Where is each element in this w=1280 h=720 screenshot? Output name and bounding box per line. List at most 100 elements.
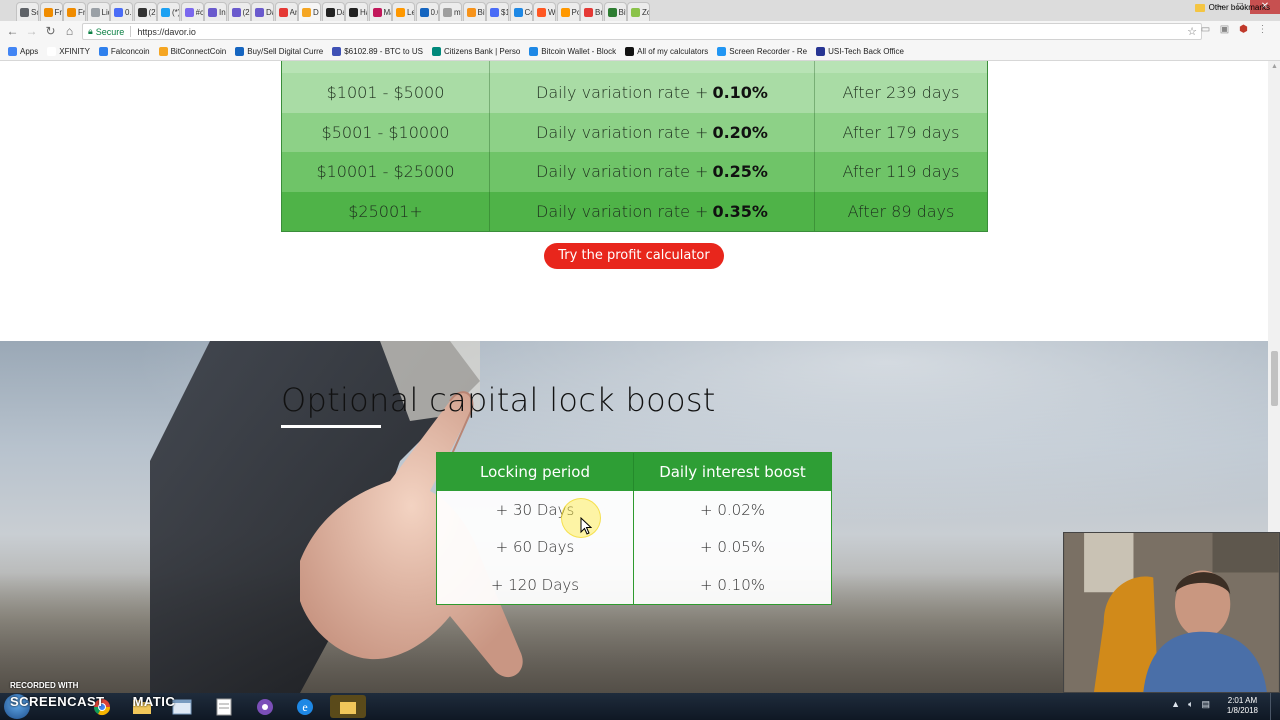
browser-tab[interactable]: Bitc xyxy=(603,2,627,21)
browser-tab[interactable]: Davi xyxy=(251,2,274,21)
bookmark-item[interactable]: All of my calculators xyxy=(625,46,708,56)
browser-tab[interactable]: (*) T xyxy=(157,2,180,21)
withdraw-after-cell: After 119 days xyxy=(842,162,960,182)
tab-label: my xyxy=(454,7,461,17)
tab-label: Dav xyxy=(336,7,344,17)
bookmark-favicon-icon xyxy=(332,46,342,56)
folder-taskbar-icon[interactable] xyxy=(330,695,366,718)
browser-tab[interactable]: Dav xyxy=(321,2,345,21)
scroll-up-icon[interactable]: ▲ xyxy=(1271,63,1278,70)
bookmark-item[interactable]: Apps xyxy=(8,46,38,56)
browser-tab[interactable]: Coi xyxy=(509,2,533,21)
other-bookmarks[interactable]: Other bookmarks xyxy=(1194,3,1270,12)
ie-taskbar-icon[interactable]: e xyxy=(287,695,323,718)
tab-favicon-icon xyxy=(43,7,53,17)
browser-tab[interactable]: Free xyxy=(39,2,63,21)
browser-tab[interactable]: (2) T xyxy=(133,2,157,21)
tab-label: Bitc xyxy=(477,7,485,17)
browser-tab[interactable]: Initi xyxy=(204,2,227,21)
browser-tab[interactable]: Wor xyxy=(533,2,556,21)
browser-tab[interactable]: Scre xyxy=(16,2,39,21)
bookmark-item[interactable]: Falconcoin xyxy=(98,46,150,56)
bookmark-item[interactable]: $6102.89 - BTC to US xyxy=(332,46,423,56)
browser-tab[interactable]: Zou xyxy=(627,2,650,21)
browser-tab[interactable]: 0.00 xyxy=(415,2,439,21)
adblock-icon[interactable]: ⬢ xyxy=(1234,24,1253,39)
browser-tab[interactable]: (2 u xyxy=(227,2,251,21)
tray-arrow-icon[interactable]: ▲ xyxy=(1171,699,1180,710)
bookmark-item[interactable]: Bitcoin Wallet - Block xyxy=(529,46,616,56)
browser-tab[interactable]: #co xyxy=(180,2,204,21)
tab-favicon-icon xyxy=(20,7,29,17)
extension-icon[interactable]: ▣ xyxy=(1215,24,1234,39)
reload-icon[interactable]: ↻ xyxy=(41,22,60,41)
table-row: $1001 - $5000 Daily variation rate +0.10%… xyxy=(282,73,987,113)
browser-tab[interactable]: Len xyxy=(392,2,415,21)
bookmark-label: $6102.89 - BTC to US xyxy=(344,46,423,56)
address-bar[interactable]: 🔒︎ Secure https://davor.io ☆ xyxy=(82,23,1202,40)
bookmarks-bar: Apps XFINITY Falconcoin BitConnectCoin Buy/S… xyxy=(0,42,1280,61)
profit-calculator-button[interactable]: Try the profit calculator xyxy=(544,243,724,269)
url-text[interactable]: https://davor.io xyxy=(137,27,196,37)
tab-favicon-icon xyxy=(584,7,593,17)
tab-favicon-icon xyxy=(90,7,100,17)
tab-label: (2) T xyxy=(148,7,156,17)
browser-tab[interactable]: Arbi xyxy=(274,2,298,21)
deposit-range-cell: $10001 - $25000 xyxy=(282,152,490,192)
scroll-thumb[interactable] xyxy=(1271,351,1278,406)
browser-tab[interactable]: $15 xyxy=(486,2,509,21)
browser-tab[interactable]: 0.00 xyxy=(110,2,133,21)
variation-rate-cell: Daily variation rate +0.25% xyxy=(490,152,815,192)
menu-icon[interactable]: ⋮ xyxy=(1253,24,1272,39)
bookmark-favicon-icon xyxy=(625,46,635,56)
extension-icon[interactable]: ▭ xyxy=(1196,24,1215,39)
tab-favicon-icon xyxy=(631,7,640,17)
volume-icon[interactable]: 🔈︎ xyxy=(1188,699,1193,710)
home-icon[interactable]: ⌂ xyxy=(60,22,79,41)
browser-tab[interactable]: Port xyxy=(556,2,580,21)
table-row: $5001 - $10000 Daily variation rate +0.20… xyxy=(282,112,987,152)
bookmark-item[interactable]: XFINITY xyxy=(47,46,90,56)
browser-tab[interactable]: Hap xyxy=(345,2,368,21)
system-tray: ▲ 🔈︎ ▤ xyxy=(1171,699,1210,710)
table-row: + 30 Days + 0.02% xyxy=(437,491,831,529)
rate-prefix: Daily variation rate + xyxy=(536,122,709,142)
tab-favicon-icon xyxy=(184,7,194,17)
browser-tab[interactable]: Bitc xyxy=(462,2,486,21)
tab-label: #co xyxy=(195,7,203,17)
flower-app-taskbar-icon[interactable] xyxy=(247,695,283,718)
tab-label: Liqu xyxy=(101,7,109,17)
rate-row-partial xyxy=(282,61,987,73)
new-tab-button[interactable] xyxy=(651,2,667,21)
rate-value: 0.10% xyxy=(712,83,768,103)
network-icon[interactable]: ▤ xyxy=(1201,699,1210,710)
withdraw-after-cell: After 179 days xyxy=(842,122,960,142)
browser-tab[interactable]: Liqu xyxy=(86,2,110,21)
tab-favicon-icon xyxy=(255,7,264,17)
bookmark-item[interactable]: Citizens Bank | Perso xyxy=(431,46,520,56)
taskbar-clock[interactable]: 2:01 AM 1/8/2018 xyxy=(1227,696,1258,716)
browser-toolbar: ← → ↻ ⌂ 🔒︎ Secure https://davor.io ☆ xyxy=(0,21,1280,42)
browser-tab[interactable]: D xyxy=(298,2,321,21)
bookmark-item[interactable]: USI-Tech Back Office xyxy=(816,46,904,56)
notes-taskbar-icon[interactable] xyxy=(206,695,242,718)
browser-tab[interactable]: Free xyxy=(63,2,86,21)
other-bookmarks-label: Other bookmarks xyxy=(1208,3,1270,12)
bookmark-item[interactable]: BitConnectCoin xyxy=(158,46,226,56)
bookmark-item[interactable]: Buy/Sell Digital Curre xyxy=(235,46,323,56)
clock-time: 2:01 AM xyxy=(1227,696,1258,705)
bookmark-item[interactable]: Screen Recorder - Re xyxy=(717,46,807,56)
tab-favicon-icon xyxy=(490,7,499,17)
tab-label: Scre xyxy=(31,7,38,17)
browser-tab[interactable]: Brac xyxy=(580,2,603,21)
forward-arrow-icon[interactable]: → xyxy=(22,22,41,41)
show-desktop-button[interactable] xyxy=(1270,693,1280,720)
back-arrow-icon[interactable]: ← xyxy=(3,22,22,41)
browser-tab[interactable]: Mak xyxy=(368,2,392,21)
browser-tab[interactable]: my xyxy=(439,2,462,21)
clock-date: 1/8/2018 xyxy=(1226,706,1258,715)
tab-label: Brac xyxy=(595,7,602,17)
rate-prefix: Daily variation rate + xyxy=(536,83,709,103)
deposit-range-cell: $1001 - $5000 xyxy=(282,73,490,113)
address-divider xyxy=(130,26,132,37)
